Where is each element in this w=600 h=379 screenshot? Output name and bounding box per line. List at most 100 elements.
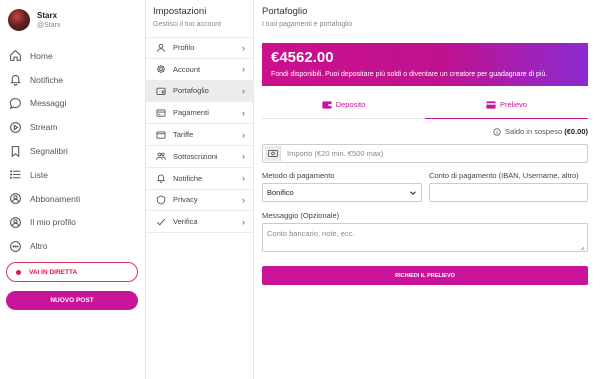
- settings-item-label: Verifica: [173, 217, 198, 227]
- chevron-right-icon: ›: [242, 194, 245, 205]
- message-textarea[interactable]: Conto bancario, note, ecc.: [262, 223, 588, 252]
- settings-item-label: Profilo: [173, 43, 195, 53]
- chevron-down-icon: [409, 189, 417, 197]
- nav-list: Home Notifiche Messaggi Stream Segnalibr…: [9, 44, 80, 258]
- nav-item-label: Messaggi: [30, 98, 67, 109]
- nav-item-label: Abbonamenti: [30, 193, 81, 204]
- receipt-icon: [156, 108, 166, 118]
- chevron-right-icon: ›: [242, 85, 245, 96]
- pending-balance: Saldo in sospeso (€0.00): [493, 127, 588, 136]
- request-withdrawal-button[interactable]: RICHIEDI IL PRELIEVO: [262, 266, 588, 285]
- avatar[interactable]: [8, 9, 30, 31]
- pending-value: (€0.00): [564, 127, 588, 136]
- settings-item-verifica[interactable]: Verifica ›: [146, 211, 253, 234]
- wallet-icon: [156, 86, 166, 96]
- balance-amount: €4562.00: [271, 49, 334, 66]
- nav-item-stream[interactable]: Stream: [9, 115, 80, 139]
- nav-item-label: Il mio profilo: [30, 217, 76, 228]
- nav-item-label: Stream: [30, 122, 58, 133]
- settings-item-account[interactable]: Account ›: [146, 59, 253, 81]
- settings-item-label: Notifiche: [173, 173, 203, 183]
- chevron-right-icon: ›: [242, 107, 245, 118]
- settings-list: Profilo › Account › Portafoglio › Pagame…: [146, 37, 253, 234]
- shield-icon: [156, 195, 166, 205]
- bookmark-icon: [9, 145, 22, 158]
- home-icon: [9, 49, 22, 62]
- bell-icon: [9, 73, 22, 86]
- settings-item-label: Pagamenti: [173, 108, 209, 118]
- settings-item-label: Sottoscrizioni: [173, 151, 218, 161]
- pending-label: Saldo in sospeso: [505, 127, 563, 136]
- play-icon: [9, 121, 22, 134]
- wallet-tabs: Deposito Prelievo: [262, 91, 588, 119]
- page-subtitle: I tuoi pagamenti e portafoglio: [262, 21, 353, 28]
- settings-item-label: Privacy: [173, 195, 198, 205]
- tab-prelievo[interactable]: Prelievo: [425, 91, 588, 119]
- settings-item-label: Tariffe: [173, 130, 194, 140]
- settings-item-privacy[interactable]: Privacy ›: [146, 190, 253, 212]
- more-icon: [9, 240, 22, 253]
- chevron-right-icon: ›: [242, 216, 245, 227]
- message-placeholder: Conto bancario, note, ecc.: [267, 229, 355, 238]
- check-icon: [156, 217, 166, 227]
- profile-header[interactable]: Starx @Starx: [8, 9, 60, 31]
- go-live-button[interactable]: VAI IN DIRETTA: [6, 262, 138, 282]
- list-icon: [9, 168, 22, 181]
- nav-item-segnalibri[interactable]: Segnalibri: [9, 139, 80, 163]
- nav-item-label: Home: [30, 50, 53, 61]
- nav-item-profilo[interactable]: Il mio profilo: [9, 211, 80, 235]
- chevron-right-icon: ›: [242, 151, 245, 162]
- message-label: Messaggio (Opzionale): [262, 211, 340, 220]
- nav-item-label: Segnalibri: [30, 146, 68, 157]
- users-icon: [156, 151, 166, 161]
- chevron-right-icon: ›: [242, 173, 245, 184]
- credit-card-icon: [486, 100, 496, 109]
- amount-input[interactable]: Importo (€20 min. €500 max): [262, 144, 588, 163]
- settings-item-portafoglio[interactable]: Portafoglio ›: [146, 80, 253, 103]
- user-circle-icon: [9, 216, 22, 229]
- new-post-button[interactable]: NUOVO POST: [6, 291, 138, 310]
- nav-item-altro[interactable]: Altro: [9, 234, 80, 258]
- bell-icon: [156, 173, 166, 183]
- amount-placeholder: Importo (€20 min. €500 max): [287, 149, 384, 158]
- balance-message: Fondi disponibili. Puoi depositare più s…: [271, 71, 548, 78]
- method-label: Metodo di pagamento: [262, 171, 335, 180]
- nav-item-label: Notifiche: [30, 74, 64, 85]
- profile-handle: @Starx: [37, 21, 61, 29]
- go-live-label: VAI IN DIRETTA: [29, 268, 78, 276]
- settings-item-sottoscrizioni[interactable]: Sottoscrizioni ›: [146, 146, 253, 168]
- resize-grip-icon[interactable]: [580, 244, 585, 251]
- settings-item-tariffe[interactable]: Tariffe ›: [146, 124, 253, 146]
- money-icon: [265, 146, 281, 161]
- wallet-icon: [322, 100, 332, 109]
- wallet-panel: Portafoglio I tuoi pagamenti e portafogl…: [254, 0, 600, 379]
- user-icon: [156, 43, 166, 53]
- settings-item-profilo[interactable]: Profilo ›: [146, 37, 253, 59]
- settings-title: Impostazioni: [153, 6, 207, 17]
- settings-item-pagamenti[interactable]: Pagamenti ›: [146, 102, 253, 125]
- payment-method-select[interactable]: Bonifico: [262, 183, 422, 202]
- nav-item-abbonamenti[interactable]: Abbonamenti: [9, 187, 80, 211]
- page-title: Portafoglio: [262, 6, 308, 17]
- account-label: Conto di pagamento (IBAN, Username, altr…: [429, 171, 579, 180]
- settings-panel: Impostazioni Gestisci il tuo account Pro…: [146, 0, 254, 379]
- nav-item-home[interactable]: Home: [9, 44, 80, 68]
- nav-item-messaggi[interactable]: Messaggi: [9, 92, 80, 116]
- nav-item-liste[interactable]: Liste: [9, 163, 80, 187]
- nav-item-label: Altro: [30, 241, 48, 252]
- nav-item-notifiche[interactable]: Notifiche: [9, 68, 80, 92]
- settings-item-label: Portafoglio: [173, 86, 209, 96]
- settings-item-notifiche[interactable]: Notifiche ›: [146, 168, 253, 190]
- settings-item-label: Account: [173, 64, 201, 74]
- chat-icon: [9, 97, 22, 110]
- payment-method-value: Bonifico: [267, 188, 294, 197]
- info-icon: [493, 127, 501, 136]
- tag-icon: [156, 130, 166, 140]
- tab-deposito-label: Deposito: [335, 100, 366, 109]
- chevron-right-icon: ›: [242, 129, 245, 140]
- chevron-right-icon: ›: [242, 42, 245, 53]
- tab-deposito[interactable]: Deposito: [262, 91, 425, 118]
- gear-icon: [156, 64, 166, 74]
- chevron-right-icon: ›: [242, 64, 245, 75]
- account-input[interactable]: [429, 183, 588, 202]
